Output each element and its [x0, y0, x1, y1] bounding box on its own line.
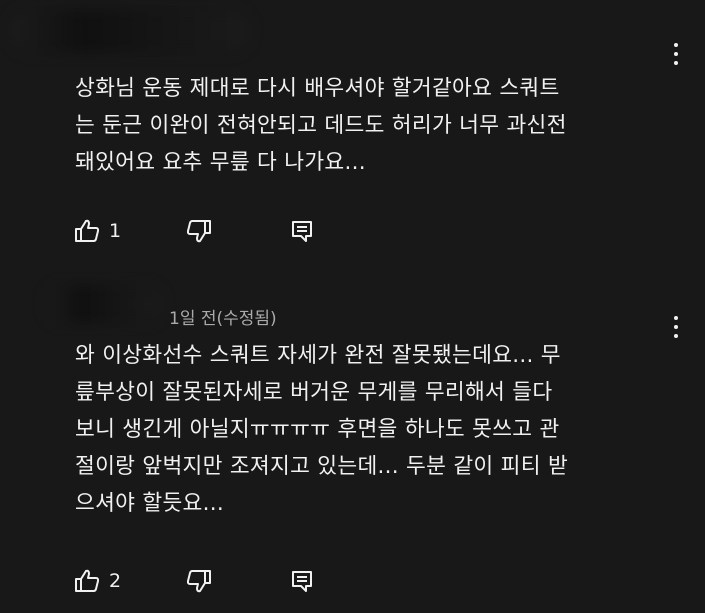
- comment: 1일 전(수정됨) 와 이상화선수 스쿼트 자세가 완전 잘못됐는데요... 무…: [0, 283, 705, 613]
- reply-button[interactable]: [288, 216, 316, 246]
- more-vert-icon[interactable]: [673, 43, 679, 65]
- like-button[interactable]: 1: [73, 216, 121, 246]
- like-button[interactable]: 2: [73, 566, 121, 596]
- comment-actions: 2: [0, 566, 705, 596]
- like-count: 1: [109, 220, 122, 242]
- thumb-down-icon: [186, 570, 211, 593]
- comment-text: 와 이상화선수 스쿼트 자세가 완전 잘못됐는데요... 무 릎부상이 잘못된자…: [75, 343, 569, 516]
- thumb-down-icon: [186, 220, 211, 243]
- thumb-up-icon: [75, 569, 100, 592]
- comment-text: 상화님 운동 제대로 다시 배우셔야 할거같아요 스쿼트 는 둔근 이완이 전혀…: [75, 76, 567, 175]
- reply-icon: [292, 571, 312, 592]
- reply-icon: [292, 221, 312, 242]
- dislike-button[interactable]: [185, 216, 213, 246]
- comment: 상화님 운동 제대로 다시 배우셔야 할거같아요 스쿼트 는 둔근 이완이 전혀…: [0, 0, 705, 260]
- like-count: 2: [109, 570, 122, 592]
- reply-button[interactable]: [288, 566, 316, 596]
- dislike-button[interactable]: [185, 566, 213, 596]
- comment-actions: 1: [0, 216, 705, 246]
- comment-timestamp: 1일 전(수정됨): [169, 309, 277, 329]
- blurred-author-name: [45, 285, 163, 323]
- thumb-up-icon: [75, 219, 100, 242]
- blurred-author-name: [10, 10, 250, 52]
- more-vert-icon[interactable]: [673, 316, 679, 338]
